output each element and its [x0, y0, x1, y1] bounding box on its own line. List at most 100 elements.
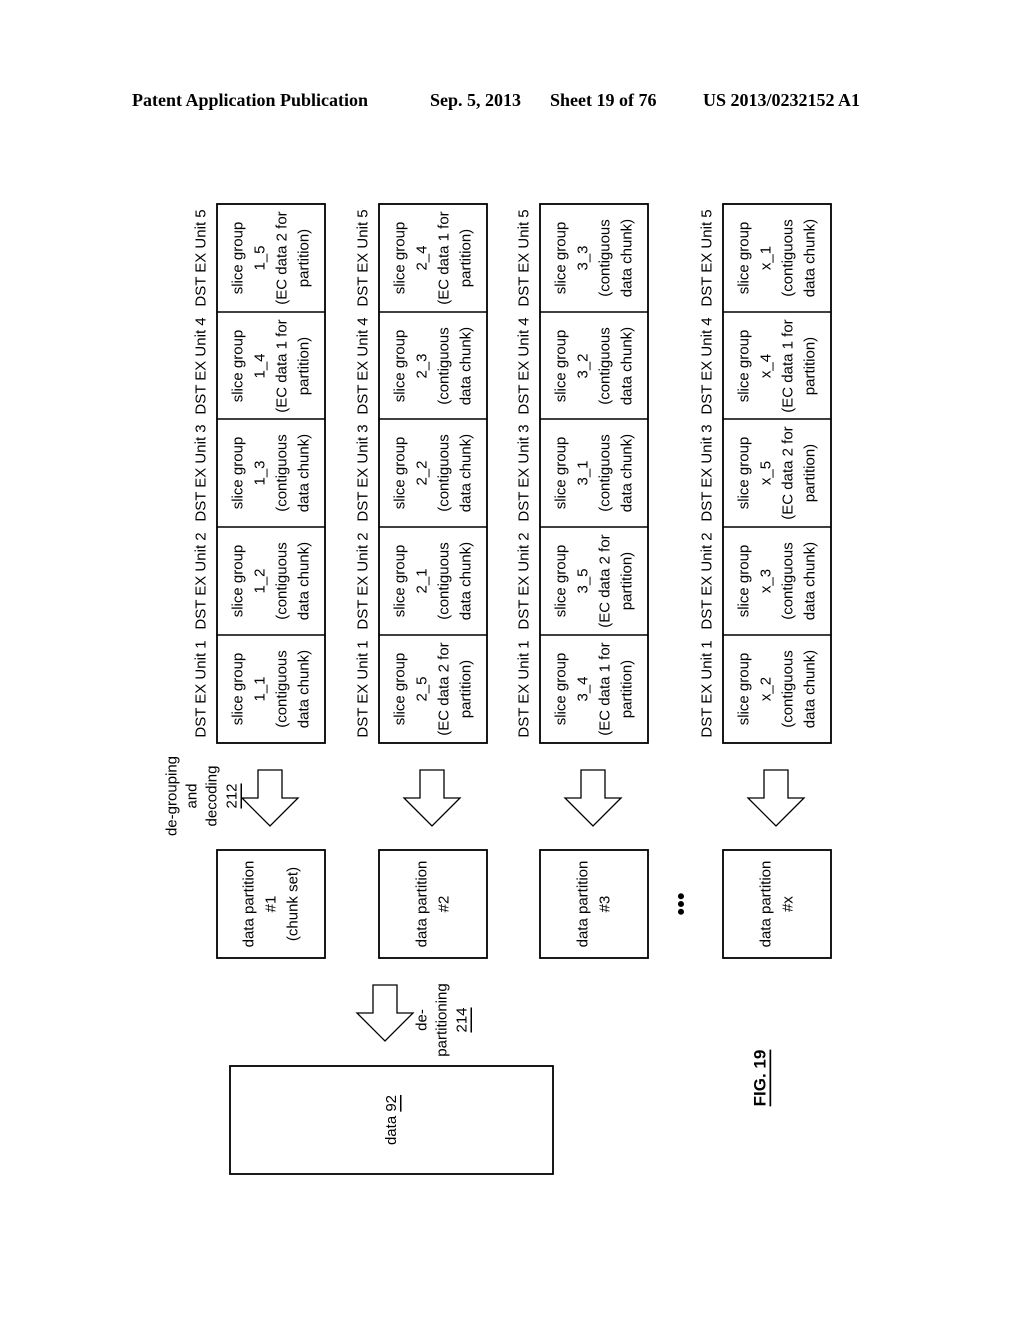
figure-label: FIG. 19 — [751, 1050, 770, 1107]
slice-group-title: slice group — [553, 653, 570, 726]
slice-group-desc: partition) — [619, 552, 636, 610]
dst-ex-unit-label: DST EX Unit 3 — [355, 424, 372, 521]
slice-group-id: x_5 — [758, 461, 775, 485]
dst-ex-unit-label-text: DST EX Unit 1 — [699, 640, 716, 737]
dst-ex-unit-label: DST EX Unit 4 — [193, 317, 210, 414]
slice-group-id: x_4 — [758, 354, 775, 378]
de-partitioning-text: de- — [414, 1009, 431, 1031]
slice-group-title: slice group — [553, 545, 570, 618]
data-partition-title: data partition — [414, 861, 431, 948]
slice-group-id: x_3 — [758, 569, 775, 593]
slice-group-id: x_2 — [758, 677, 775, 701]
de-partitioning-ref: 214 — [454, 1007, 471, 1032]
data-partition-box — [539, 849, 649, 959]
dst-ex-unit-label: DST EX Unit 2 — [516, 532, 533, 629]
dst-ex-unit-label-text: DST EX Unit 1 — [516, 640, 533, 737]
slice-group-title: slice group — [736, 545, 753, 618]
dst-ex-unit-label-text: DST EX Unit 1 — [355, 640, 372, 737]
slice-group-title: slice group — [392, 437, 409, 510]
dst-ex-unit-label: DST EX Unit 1 — [193, 640, 210, 737]
slice-group-desc: data chunk) — [802, 542, 819, 620]
dst-ex-unit-label-text: DST EX Unit 4 — [193, 317, 210, 414]
slice-group-id: 3_3 — [575, 245, 592, 270]
dst-ex-unit-label: DST EX Unit 5 — [355, 209, 372, 306]
slice-group-desc: partition) — [802, 444, 819, 502]
slice-group-title: slice group — [230, 437, 247, 510]
de-grouping-text: and — [184, 783, 201, 808]
dst-ex-unit-label-text: DST EX Unit 3 — [699, 424, 716, 521]
dst-ex-unit-label: DST EX Unit 1 — [516, 640, 533, 737]
dst-ex-unit-label: DST EX Unit 1 — [699, 640, 716, 737]
slice-group-id: 3_2 — [575, 353, 592, 378]
dst-ex-unit-label-text: DST EX Unit 2 — [355, 532, 372, 629]
slice-group-id: 2_3 — [414, 353, 431, 378]
slice-group-title: slice group — [392, 653, 409, 726]
slice-group-title: slice group — [553, 437, 570, 510]
slice-group-title: slice group — [230, 545, 247, 618]
data-box-ref: 92 — [383, 1095, 400, 1112]
dst-ex-unit-label: DST EX Unit 2 — [355, 532, 372, 629]
slice-group-desc: (EC data 1 for — [780, 319, 797, 412]
slice-group-desc: data chunk) — [296, 434, 313, 512]
slice-group-desc: (EC data 2 for — [274, 211, 291, 304]
dst-ex-unit-label-text: DST EX Unit 2 — [699, 532, 716, 629]
slice-group-id: 2_1 — [414, 568, 431, 593]
dst-ex-unit-label: DST EX Unit 2 — [699, 532, 716, 629]
dst-ex-unit-label-text: DST EX Unit 1 — [193, 640, 210, 737]
slice-group-title: slice group — [553, 222, 570, 295]
slice-group-desc: (contiguous — [436, 542, 453, 620]
dst-ex-unit-label-text: DST EX Unit 5 — [193, 209, 210, 306]
slice-group-title: slice group — [392, 222, 409, 295]
dst-ex-unit-label: DST EX Unit 3 — [699, 424, 716, 521]
slice-group-desc: partition) — [802, 337, 819, 395]
slice-group-id: 2_4 — [414, 245, 431, 270]
dst-ex-unit-label-text: DST EX Unit 5 — [355, 209, 372, 306]
slice-group-desc: (EC data 1 for — [274, 319, 291, 412]
de-grouping-label: de-grouping and decoding 212 — [164, 756, 241, 836]
dst-ex-unit-label-text: DST EX Unit 5 — [516, 209, 533, 306]
slice-group-id: 1_5 — [252, 245, 269, 270]
slice-group-desc: (contiguous — [274, 542, 291, 620]
slice-group-title: slice group — [736, 330, 753, 403]
de-grouping-text: de-grouping — [164, 756, 181, 836]
dst-ex-unit-label-text: DST EX Unit 3 — [516, 424, 533, 521]
slice-group-desc: data chunk) — [296, 650, 313, 728]
slice-group-desc: (contiguous — [780, 542, 797, 620]
slice-group-title: slice group — [736, 437, 753, 510]
slice-group-title: slice group — [736, 653, 753, 726]
data-partition-title: data partition — [575, 861, 592, 948]
dst-ex-unit-label: DST EX Unit 4 — [355, 317, 372, 414]
dst-ex-unit-label-text: DST EX Unit 4 — [355, 317, 372, 414]
slice-group-desc: data chunk) — [458, 434, 475, 512]
slice-group-desc: (contiguous — [274, 434, 291, 512]
data-partition-desc: (chunk set) — [285, 867, 302, 941]
slice-group-desc: (contiguous — [436, 327, 453, 405]
dst-ex-unit-label: DST EX Unit 5 — [193, 209, 210, 306]
figure-label-text: FIG. 19 — [751, 1050, 770, 1107]
data-partition-title: data partition — [758, 861, 775, 948]
slice-group-desc: partition) — [458, 229, 475, 287]
data-partition-number: #3 — [597, 896, 614, 913]
slice-group-desc: partition) — [458, 660, 475, 718]
slice-group-desc: partition) — [296, 337, 313, 395]
slice-group-title: slice group — [392, 330, 409, 403]
de-grouping-ref: 212 — [224, 783, 241, 808]
dst-ex-unit-label-text: DST EX Unit 2 — [516, 532, 533, 629]
slice-group-desc: (EC data 2 for — [597, 534, 614, 627]
de-grouping-arrow-icon — [563, 769, 623, 827]
slice-group-desc: (contiguous — [274, 650, 291, 728]
dst-ex-unit-label-text: DST EX Unit 3 — [193, 424, 210, 521]
slice-group-id: 2_5 — [414, 676, 431, 701]
ellipsis-dots-text: ••• — [669, 892, 694, 915]
slice-group-desc: (contiguous — [597, 327, 614, 405]
data-box-text: data — [383, 1112, 400, 1145]
fig-19-diagram: slice group 1_1 (contiguous data chunk) DST … — [164, 203, 832, 1175]
de-grouping-arrow-icon — [746, 769, 806, 827]
de-grouping-text: decoding — [204, 766, 221, 827]
slice-group-desc: (EC data 2 for — [436, 642, 453, 735]
slice-group-desc: data chunk) — [619, 434, 636, 512]
slice-group-title: slice group — [230, 653, 247, 726]
slice-group-desc: data chunk) — [458, 327, 475, 405]
slice-group-title: slice group — [230, 222, 247, 295]
data-partition-box — [378, 849, 488, 959]
